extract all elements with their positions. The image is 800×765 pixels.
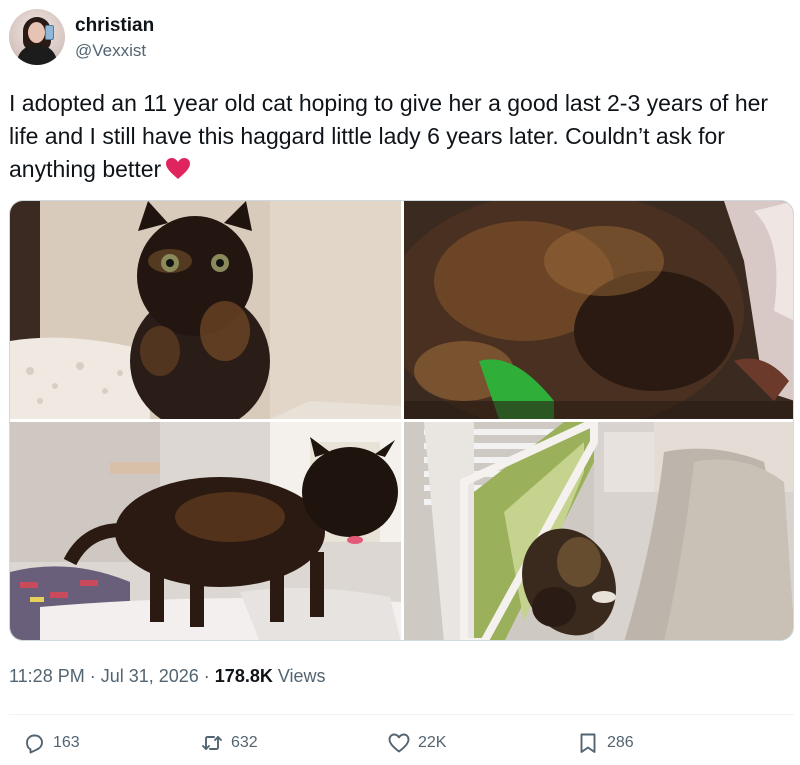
repost-button[interactable]: 632 bbox=[200, 731, 258, 755]
views-label: Views bbox=[272, 666, 326, 686]
bookmark-count: 286 bbox=[607, 734, 634, 751]
red-heart-emoji-icon bbox=[165, 157, 191, 181]
reply-icon bbox=[26, 734, 43, 754]
tweet-text: I adopted an 11 year old cat hoping to g… bbox=[9, 87, 789, 186]
photo-cat-sleeping[interactable] bbox=[404, 201, 793, 419]
meta-separator: · bbox=[198, 666, 215, 686]
photo-cat-standing[interactable] bbox=[10, 422, 401, 640]
reply-button[interactable]: 163 bbox=[22, 731, 80, 755]
like-count: 22K bbox=[418, 734, 447, 751]
bookmark-button[interactable]: 286 bbox=[576, 731, 634, 755]
repost-count: 632 bbox=[231, 734, 258, 751]
tweet-time[interactable]: 11:28 PM bbox=[9, 666, 85, 686]
reply-count: 163 bbox=[53, 734, 80, 751]
tweet-header: christian @Vexxist bbox=[9, 9, 154, 65]
photo-cat-sitting[interactable] bbox=[10, 201, 401, 419]
meta-separator: · bbox=[84, 666, 101, 686]
heart-icon bbox=[388, 733, 410, 753]
bookmark-icon bbox=[580, 733, 596, 753]
divider bbox=[9, 714, 794, 715]
tweet-date[interactable]: Jul 31, 2026 bbox=[101, 666, 199, 686]
user-avatar[interactable] bbox=[9, 9, 65, 65]
like-button[interactable]: 22K bbox=[387, 731, 446, 755]
action-bar: 163 632 22K 286 bbox=[0, 731, 800, 763]
user-handle[interactable]: @Vexxist bbox=[75, 40, 154, 62]
repost-icon bbox=[202, 736, 222, 750]
display-name[interactable]: christian bbox=[75, 15, 154, 37]
author-names: christian @Vexxist bbox=[75, 15, 154, 62]
tweet-meta: 11:28 PM · Jul 31, 2026 · 178.8K Views bbox=[9, 666, 326, 687]
media-grid bbox=[9, 200, 794, 641]
views-count: 178.8K bbox=[214, 666, 273, 686]
photo-cat-window[interactable] bbox=[404, 422, 793, 640]
tweet-body: I adopted an 11 year old cat hoping to g… bbox=[9, 90, 769, 182]
